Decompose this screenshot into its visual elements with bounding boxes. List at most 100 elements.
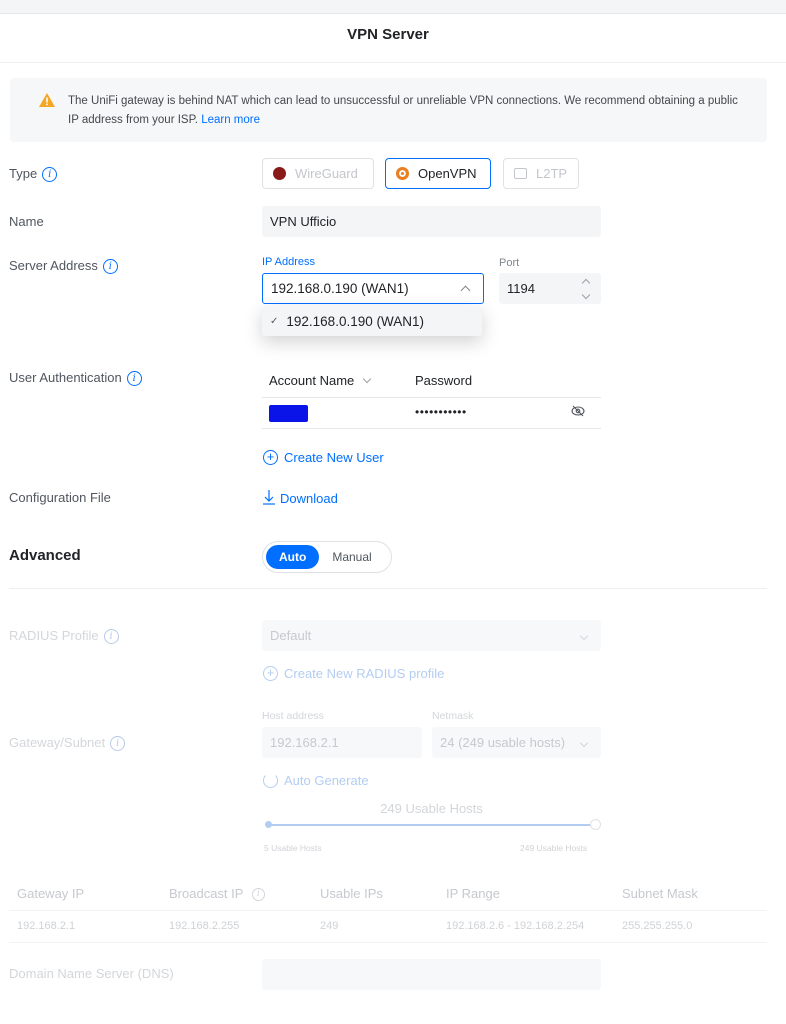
- openvpn-icon: [396, 167, 409, 180]
- plus-circle-icon: +: [263, 450, 278, 465]
- ip-address-dropdown-option[interactable]: ✓ 192.168.0.190 (WAN1): [262, 306, 482, 336]
- alert-message: The UniFi gateway is behind NAT which ca…: [68, 92, 748, 130]
- hosts-slider-fill: [268, 824, 596, 826]
- table-row-divider: [262, 428, 601, 429]
- checkmark-icon: ✓: [270, 315, 279, 327]
- gateway-subnet-label-text: Gateway/Subnet: [9, 735, 106, 750]
- type-label: Type i: [9, 166, 58, 183]
- radius-profile-label: RADIUS Profile i: [9, 628, 119, 645]
- alert-text: The UniFi gateway is behind NAT which ca…: [68, 95, 738, 126]
- chevron-down-icon: [362, 374, 372, 384]
- slider-title: 249 Usable Hosts: [380, 801, 483, 816]
- type-wireguard-button[interactable]: WireGuard: [262, 158, 374, 189]
- download-text: Download: [280, 491, 338, 506]
- password-header: Password: [415, 373, 473, 388]
- info-icon: i: [103, 629, 119, 645]
- subnet-mask-header: Subnet Mask: [622, 886, 698, 901]
- auto-generate-text: Auto Generate: [284, 773, 369, 788]
- account-name-header[interactable]: Account Name: [269, 373, 372, 388]
- plus-circle-icon: +: [263, 666, 278, 681]
- auto-generate-link: Auto Generate: [263, 773, 369, 788]
- info-icon: i: [110, 736, 126, 752]
- slider-max-label: 249 Usable Hosts: [520, 843, 588, 853]
- type-wireguard-label: WireGuard: [295, 166, 358, 181]
- download-link[interactable]: Download: [263, 489, 338, 508]
- netmask-select: 24 (249 usable hosts): [432, 727, 601, 758]
- refresh-icon: [263, 773, 278, 788]
- create-new-user-link[interactable]: + Create New User: [263, 450, 384, 465]
- password-value: •••••••••••: [415, 405, 467, 419]
- eye-off-icon[interactable]: [571, 405, 585, 420]
- chevron-down-icon[interactable]: [581, 290, 591, 299]
- type-label-text: Type: [9, 166, 38, 181]
- port-input[interactable]: 1194: [499, 273, 601, 304]
- chevron-down-icon: [579, 631, 589, 640]
- create-radius-profile-text: Create New RADIUS profile: [284, 666, 445, 681]
- chevron-up-icon[interactable]: [581, 278, 591, 287]
- dns-input: [262, 959, 601, 990]
- server-address-label: Server Address i: [9, 258, 118, 275]
- port-label: Port: [499, 257, 520, 269]
- host-address-input: 192.168.2.1: [262, 727, 422, 758]
- info-icon[interactable]: i: [126, 371, 142, 387]
- chevron-down-icon: [579, 738, 589, 747]
- netmask-label: Netmask: [432, 710, 474, 722]
- broadcast-ip-header: Broadcast IP i: [169, 886, 265, 902]
- advanced-manual-option[interactable]: Manual: [319, 545, 384, 569]
- type-l2tp-button[interactable]: L2TP: [503, 158, 579, 189]
- table-row-divider: [9, 910, 767, 911]
- ip-range-header: IP Range: [446, 886, 500, 901]
- gateway-ip-cell: 192.168.2.1: [17, 920, 76, 932]
- warning-icon: [38, 92, 56, 111]
- l2tp-icon: [514, 168, 527, 179]
- netmask-value: 24 (249 usable hosts): [440, 735, 566, 750]
- nat-warning-alert: The UniFi gateway is behind NAT which ca…: [10, 78, 767, 142]
- broadcast-ip-cell: 192.168.2.255: [169, 920, 240, 932]
- radius-profile-value: Default: [270, 628, 312, 643]
- create-radius-profile-link: + Create New RADIUS profile: [263, 666, 444, 681]
- usable-ips-cell: 249: [320, 920, 339, 932]
- dropdown-option-label: 192.168.0.190 (WAN1): [286, 313, 424, 329]
- advanced-heading: Advanced: [9, 547, 81, 564]
- gateway-subnet-label: Gateway/Subnet i: [9, 735, 126, 752]
- user-auth-label: User Authentication i: [9, 370, 142, 387]
- wireguard-icon: [273, 167, 286, 180]
- advanced-mode-toggle[interactable]: Auto Manual: [262, 541, 392, 573]
- server-address-label-text: Server Address: [9, 258, 98, 273]
- config-file-label: Configuration File: [9, 490, 111, 505]
- type-l2tp-label: L2TP: [536, 166, 568, 181]
- usable-ips-header: Usable IPs: [320, 886, 383, 901]
- table-header-divider: [262, 397, 601, 398]
- ip-address-select[interactable]: 192.168.0.190 (WAN1): [262, 273, 484, 304]
- table-bottom-divider: [9, 942, 767, 943]
- subnet-mask-cell: 255.255.255.0: [622, 920, 693, 932]
- hosts-slider-handle: [590, 819, 601, 830]
- port-value: 1194: [507, 281, 535, 296]
- account-name-redacted[interactable]: [269, 405, 308, 422]
- type-openvpn-button[interactable]: OpenVPN: [385, 158, 491, 189]
- top-bar: [0, 0, 786, 14]
- type-openvpn-label: OpenVPN: [418, 166, 477, 181]
- name-label: Name: [9, 214, 44, 229]
- hosts-slider-track: [268, 824, 596, 826]
- radius-profile-select: Default: [262, 620, 601, 651]
- info-icon: i: [251, 888, 265, 902]
- host-address-label: Host address: [262, 710, 324, 722]
- gateway-ip-header: Gateway IP: [17, 886, 85, 901]
- title-divider: [0, 62, 786, 63]
- download-icon: [263, 489, 275, 508]
- info-icon[interactable]: i: [102, 259, 118, 275]
- advanced-divider: [9, 588, 767, 589]
- ip-address-label: IP Address: [262, 256, 315, 268]
- ip-address-value: 192.168.0.190 (WAN1): [271, 281, 409, 296]
- create-new-user-text: Create New User: [284, 450, 384, 465]
- chevron-up-icon: [460, 285, 471, 296]
- port-stepper[interactable]: [581, 278, 591, 299]
- advanced-auto-option[interactable]: Auto: [266, 545, 320, 569]
- name-input[interactable]: VPN Ufficio: [262, 206, 601, 237]
- learn-more-link[interactable]: Learn more: [201, 114, 260, 126]
- info-icon[interactable]: i: [42, 167, 58, 183]
- page-title: VPN Server: [347, 26, 429, 43]
- slider-start-dot: [265, 821, 272, 828]
- ip-range-cell: 192.168.2.6 - 192.168.2.254: [446, 920, 585, 932]
